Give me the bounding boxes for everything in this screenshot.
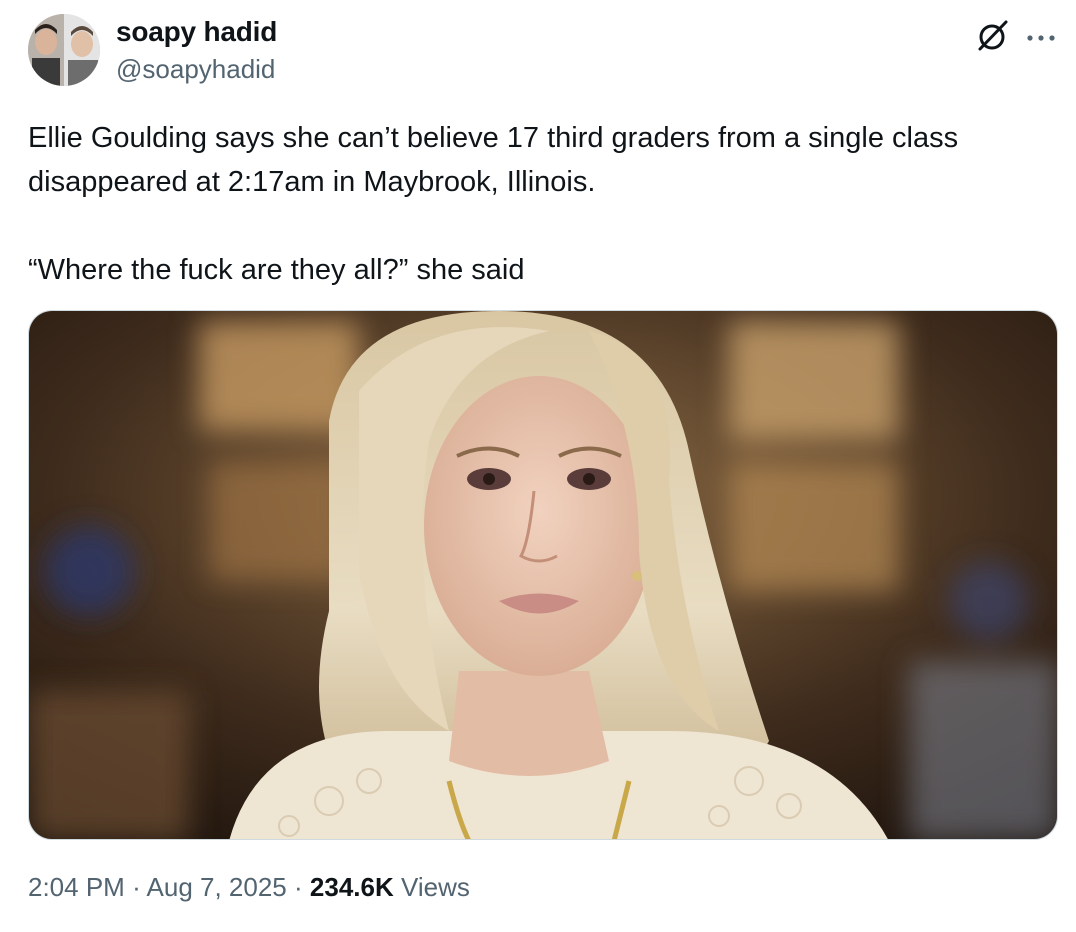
tweet-paragraph: “Where the fuck are they all?” she said xyxy=(28,254,525,286)
views-label[interactable]: Views xyxy=(401,872,470,902)
tweet-date[interactable]: Aug 7, 2025 xyxy=(147,872,287,902)
photo-image xyxy=(29,311,1057,839)
separator: · xyxy=(294,872,303,902)
tweet-card: soapy hadid @soapyhadid Ellie Goulding s… xyxy=(0,0,1076,932)
tweet-photo[interactable] xyxy=(28,310,1058,840)
tweet-metadata: 2:04 PM · Aug 7, 2025 · 234.6K Views xyxy=(28,872,470,903)
more-icon[interactable] xyxy=(1026,30,1056,41)
separator: · xyxy=(132,872,141,902)
author-handle[interactable]: @soapyhadid xyxy=(116,54,275,85)
views-count[interactable]: 234.6K xyxy=(310,872,394,902)
grok-icon[interactable] xyxy=(976,18,1010,52)
tweet-time[interactable]: 2:04 PM xyxy=(28,872,125,902)
tweet-paragraph: Ellie Goulding says she can’t believe 17… xyxy=(28,122,959,198)
avatar-image xyxy=(28,14,100,86)
author-display-name[interactable]: soapy hadid xyxy=(116,16,277,48)
avatar[interactable] xyxy=(28,14,100,86)
tweet-text: Ellie Goulding says she can’t believe 17… xyxy=(28,116,1048,292)
